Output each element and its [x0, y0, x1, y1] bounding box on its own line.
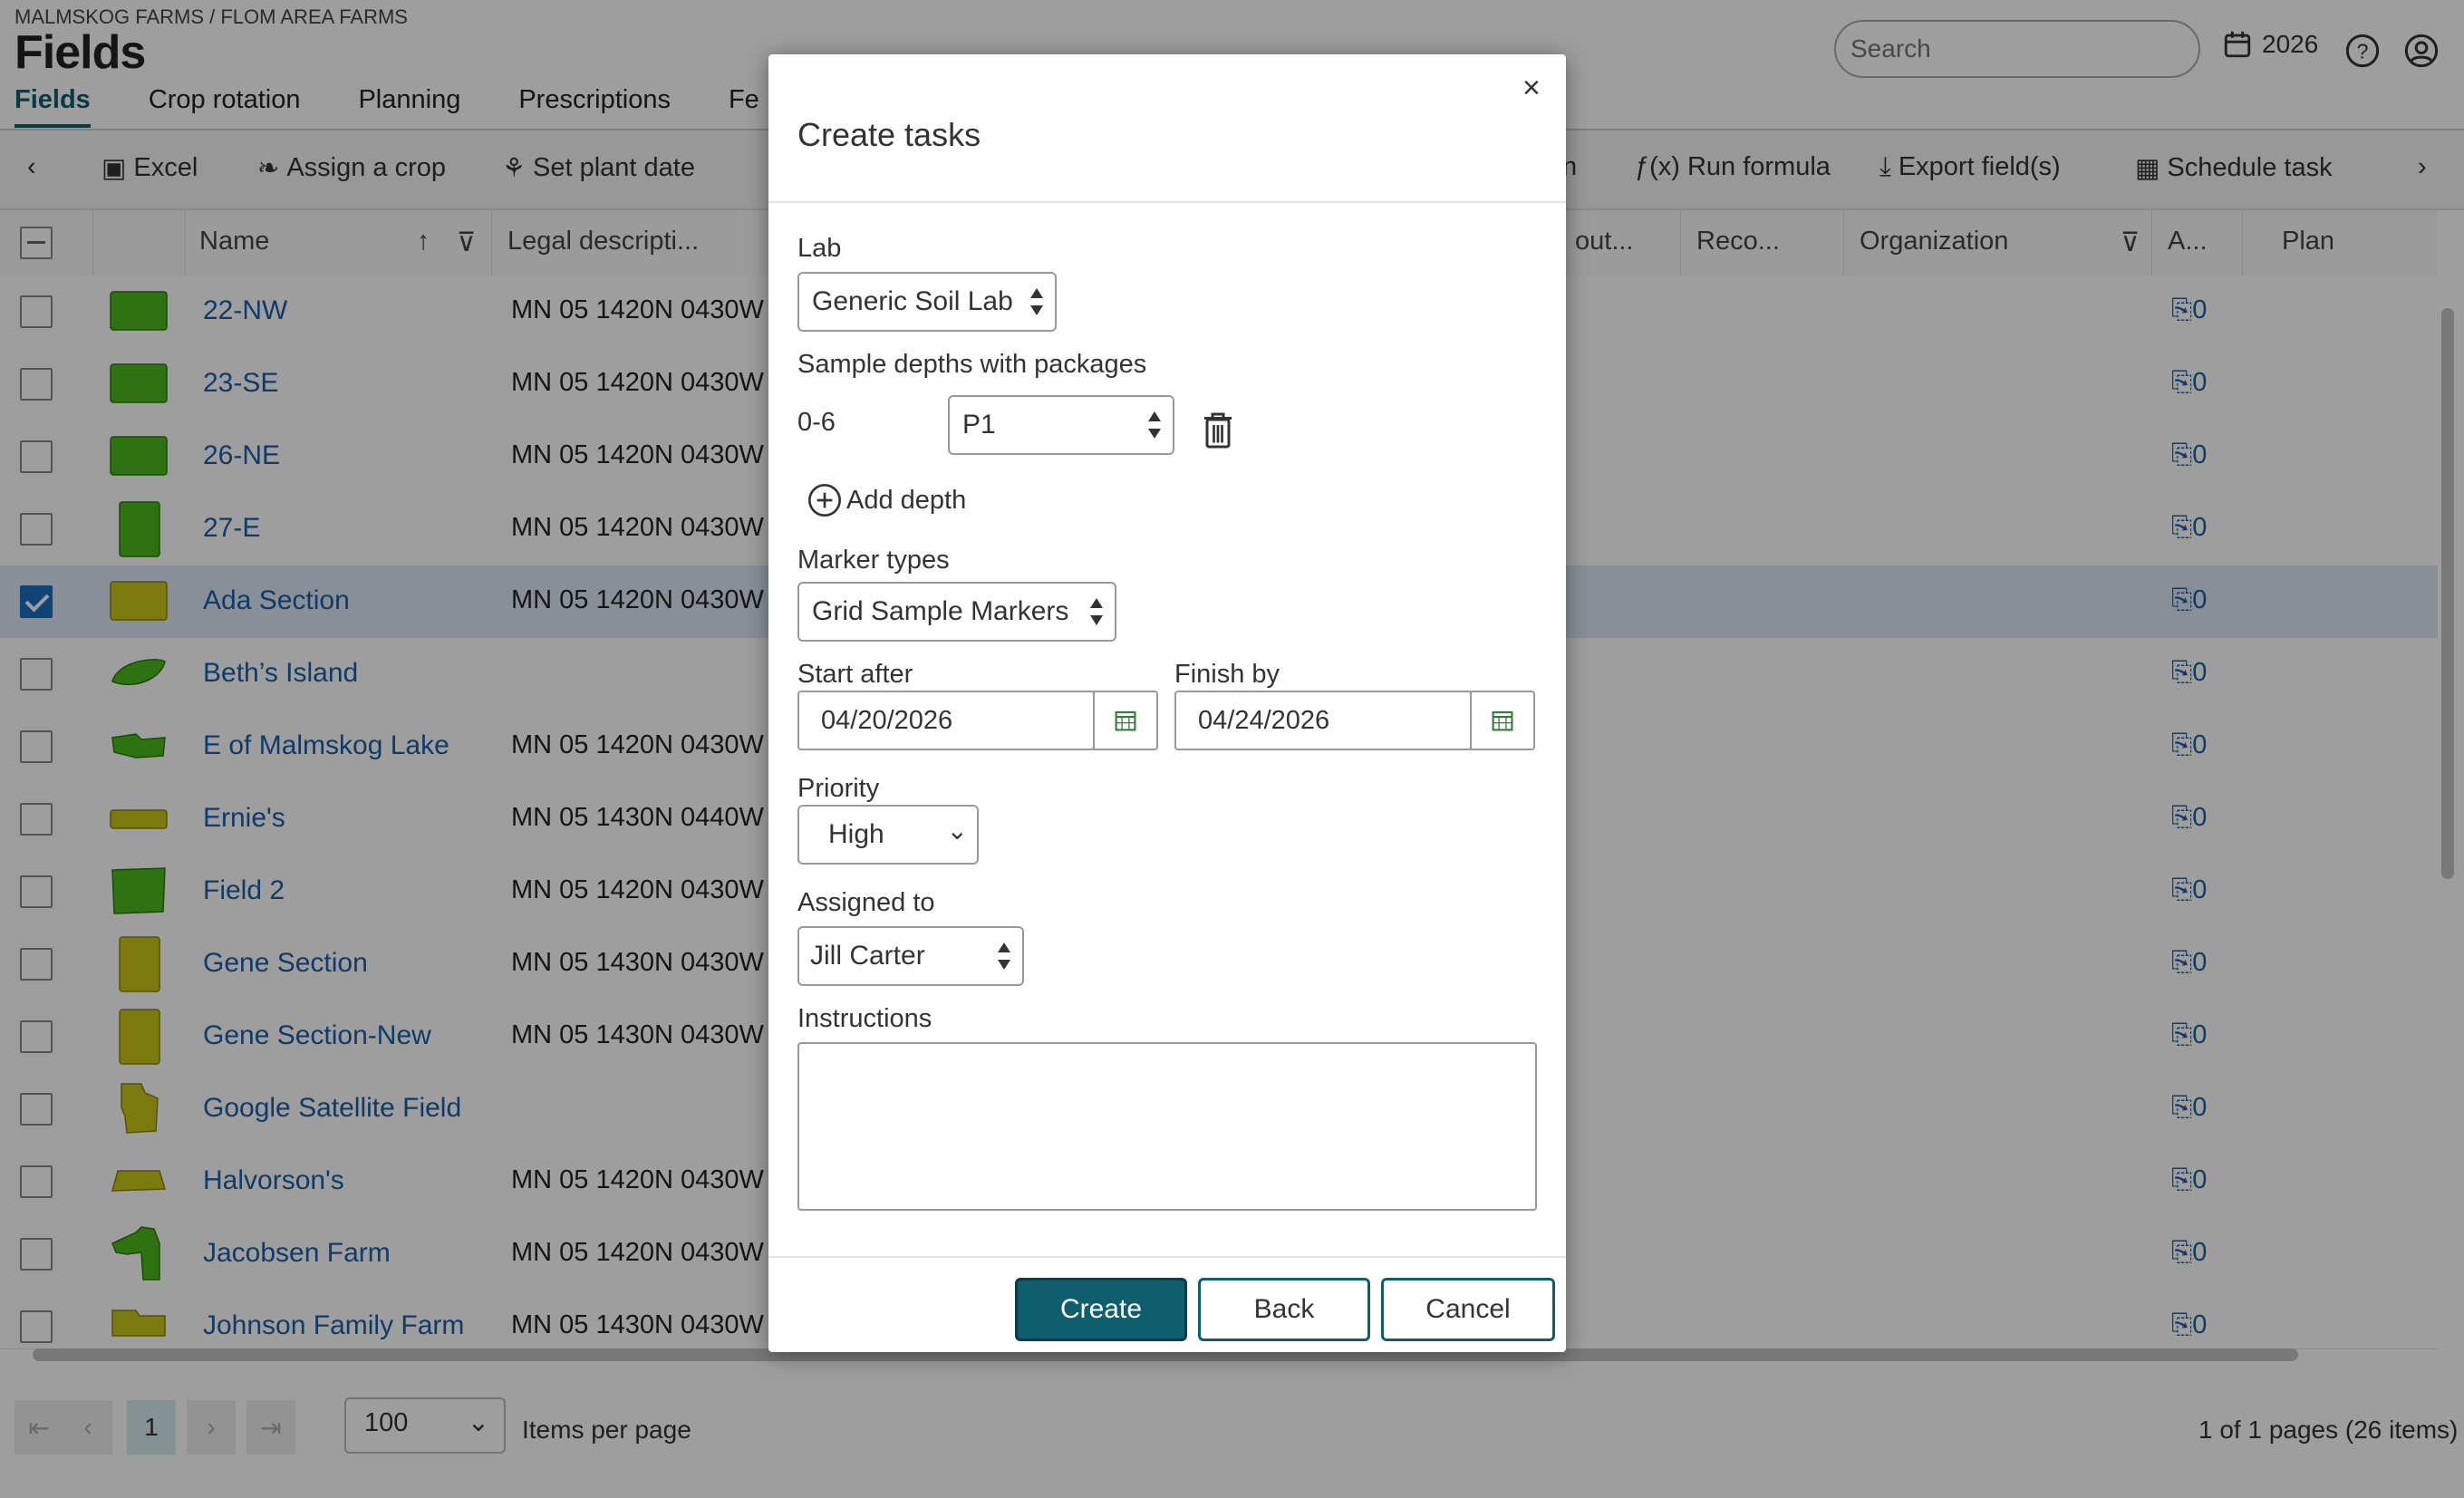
start-after-value: 04/20/2026	[821, 705, 953, 735]
assigned-to-select[interactable]: Jill Carter	[797, 926, 1024, 986]
lab-value: Generic Soil Lab	[812, 286, 1013, 316]
back-button[interactable]: Back	[1198, 1278, 1370, 1341]
assigned-to-value: Jill Carter	[810, 941, 925, 971]
sort-spinner-icon	[1148, 411, 1161, 439]
add-depth-button[interactable]: Add depth	[807, 482, 966, 518]
package-select[interactable]: P1	[948, 395, 1174, 455]
close-icon[interactable]: ×	[1522, 71, 1541, 106]
dialog-title: Create tasks	[797, 116, 981, 153]
package-value: P1	[962, 410, 996, 440]
sort-spinner-icon	[998, 942, 1010, 970]
finish-by-label: Finish by	[1174, 660, 1280, 689]
create-button[interactable]: Create	[1015, 1278, 1187, 1341]
start-after-label: Start after	[797, 660, 913, 689]
depth-value: 0-6	[797, 408, 836, 437]
priority-select[interactable]: High ⌄	[797, 805, 979, 865]
add-depth-label: Add depth	[846, 485, 967, 515]
assigned-to-label: Assigned to	[797, 888, 935, 917]
priority-label: Priority	[797, 774, 880, 803]
dialog-header-divider	[768, 201, 1566, 203]
chevron-down-icon: ⌄	[946, 817, 968, 845]
finish-by-value: 04/24/2026	[1198, 705, 1330, 735]
trash-icon[interactable]	[1202, 411, 1234, 449]
instructions-label: Instructions	[797, 1004, 932, 1033]
sort-spinner-icon	[1090, 598, 1103, 625]
marker-types-value: Grid Sample Markers	[812, 596, 1069, 626]
sort-spinner-icon	[1030, 288, 1043, 315]
sample-depths-label: Sample depths with packages	[797, 350, 1147, 379]
calendar-icon	[1115, 710, 1136, 731]
cancel-button[interactable]: Cancel	[1381, 1278, 1555, 1341]
instructions-textarea[interactable]	[797, 1042, 1537, 1211]
start-calendar-button[interactable]	[1093, 691, 1158, 750]
priority-value: High	[828, 819, 884, 849]
calendar-icon	[1492, 710, 1513, 731]
marker-types-label: Marker types	[797, 546, 950, 575]
marker-types-select[interactable]: Grid Sample Markers	[797, 582, 1116, 642]
lab-label: Lab	[797, 234, 842, 263]
finish-calendar-button[interactable]	[1470, 691, 1535, 750]
start-after-input[interactable]: 04/20/2026	[797, 691, 1095, 750]
plus-circle-icon	[808, 484, 841, 517]
lab-select[interactable]: Generic Soil Lab	[797, 272, 1057, 332]
finish-by-input[interactable]: 04/24/2026	[1174, 691, 1472, 750]
dialog-footer-divider	[768, 1256, 1566, 1258]
